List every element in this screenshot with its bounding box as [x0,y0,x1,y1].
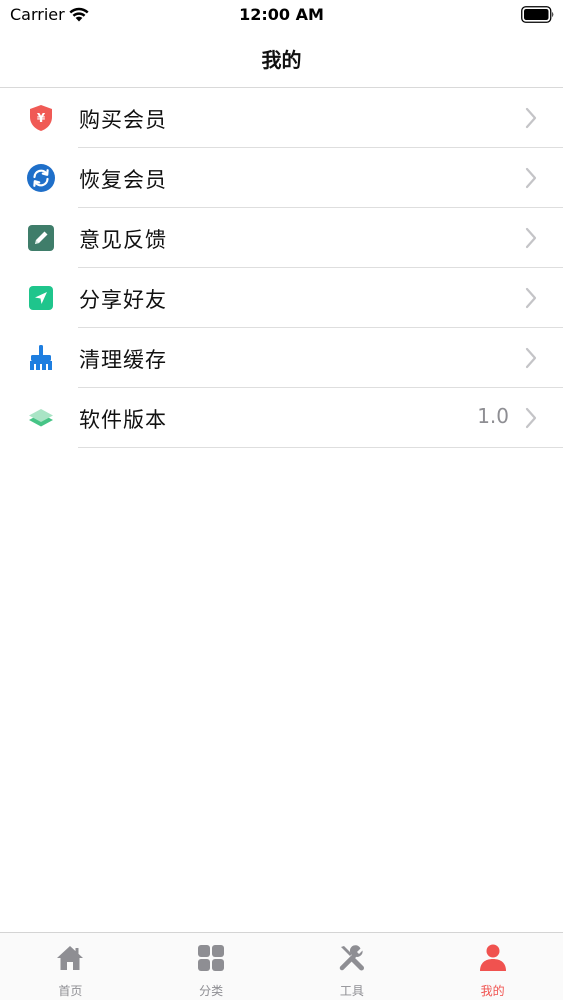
shield-yen-icon: ¥ [26,103,56,133]
menu-item-label: 恢复会员 [79,168,167,192]
broom-icon [26,343,56,373]
chevron-right-icon [525,347,537,369]
menu-item-restore-membership[interactable]: 恢复会员 [0,148,563,208]
tab-label: 首页 [58,984,83,998]
menu-item-feedback[interactable]: 意见反馈 [0,208,563,268]
chevron-right-icon [525,407,537,429]
settings-menu-list: ¥ 购买会员 恢复会员 意见反馈 分享好友 清理缓存 软件版本 1.0 [0,88,563,448]
clock-time: 12:00 AM [239,5,324,24]
chevron-right-icon [525,227,537,249]
svg-text:¥: ¥ [37,111,46,125]
tab-profile[interactable]: 我的 [422,933,563,1000]
tab-category[interactable]: 分类 [141,933,282,1000]
menu-item-label: 分享好友 [79,288,167,312]
chevron-right-icon [525,287,537,309]
app-version-value: 1.0 [477,404,509,428]
person-icon [478,943,508,973]
page-title: 我的 [261,48,302,72]
menu-item-share-friends[interactable]: 分享好友 [0,268,563,328]
grid-icon [196,943,226,973]
menu-item-label: 清理缓存 [79,348,167,372]
battery-icon [521,6,554,23]
status-bar: Carrier 12:00 AM [0,0,563,30]
chevron-right-icon [525,107,537,129]
bottom-tab-bar: 首页 分类 工具 我的 [0,932,563,1000]
navigation-bar: 我的 [0,30,563,88]
menu-item-label: 意见反馈 [79,228,167,252]
menu-item-label: 购买会员 [79,108,167,132]
tab-label: 我的 [480,984,505,998]
layers-icon [26,403,56,433]
tools-icon [337,943,367,973]
app-screen: Carrier 12:00 AM 我的 ¥ 购买会员 恢复会员 意见反馈 分享好… [0,0,563,1000]
home-icon [55,943,85,973]
tab-label: 工具 [339,984,364,998]
menu-item-clear-cache[interactable]: 清理缓存 [0,328,563,388]
menu-item-label: 软件版本 [79,408,167,432]
menu-item-app-version[interactable]: 软件版本 1.0 [0,388,563,448]
tab-tools[interactable]: 工具 [282,933,423,1000]
refresh-icon [26,163,56,193]
share-arrow-icon [26,283,56,313]
menu-item-buy-membership[interactable]: ¥ 购买会员 [0,88,563,148]
edit-pencil-icon [26,223,56,253]
chevron-right-icon [525,167,537,189]
tab-label: 分类 [199,984,224,998]
tab-home[interactable]: 首页 [0,933,141,1000]
